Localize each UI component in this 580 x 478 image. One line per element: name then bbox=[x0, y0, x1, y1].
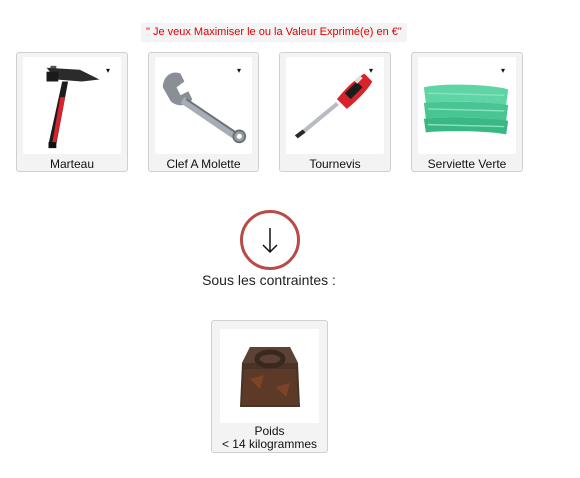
arrow-down-icon bbox=[240, 210, 300, 270]
item-card-clef-a-molette[interactable]: ▾ Clef A Molette bbox=[148, 52, 259, 172]
dropdown-caret-icon[interactable]: ▾ bbox=[366, 67, 376, 75]
item-card-marteau[interactable]: ▾ Marteau bbox=[16, 52, 128, 172]
constraint-card-poids[interactable]: Poids < 14 kilogrammes bbox=[211, 320, 328, 453]
dropdown-caret-icon[interactable]: ▾ bbox=[103, 67, 113, 75]
wrench-icon: ▾ bbox=[155, 57, 252, 154]
constraint-condition: < 14 kilogrammes bbox=[221, 437, 318, 451]
dropdown-caret-icon[interactable]: ▾ bbox=[234, 67, 244, 75]
item-label: Tournevis bbox=[309, 157, 361, 171]
item-label: Clef A Molette bbox=[166, 157, 241, 171]
constraint-label: Poids bbox=[254, 424, 285, 438]
item-label: Marteau bbox=[49, 157, 95, 171]
objective-banner: " Je veux Maximiser le ou la Valeur Expr… bbox=[141, 23, 407, 42]
towel-icon: ▾ bbox=[418, 57, 516, 154]
constraints-heading: Sous les contraintes : bbox=[202, 272, 336, 288]
screwdriver-icon: ▾ bbox=[286, 57, 384, 154]
item-label: Serviette Verte bbox=[427, 157, 507, 171]
item-card-tournevis[interactable]: ▾ Tournevis bbox=[279, 52, 391, 172]
dropdown-caret-icon[interactable]: ▾ bbox=[498, 67, 508, 75]
hammer-icon: ▾ bbox=[23, 57, 121, 154]
item-card-serviette-verte[interactable]: ▾ Serviette Verte bbox=[411, 52, 523, 172]
weight-icon bbox=[220, 329, 319, 423]
